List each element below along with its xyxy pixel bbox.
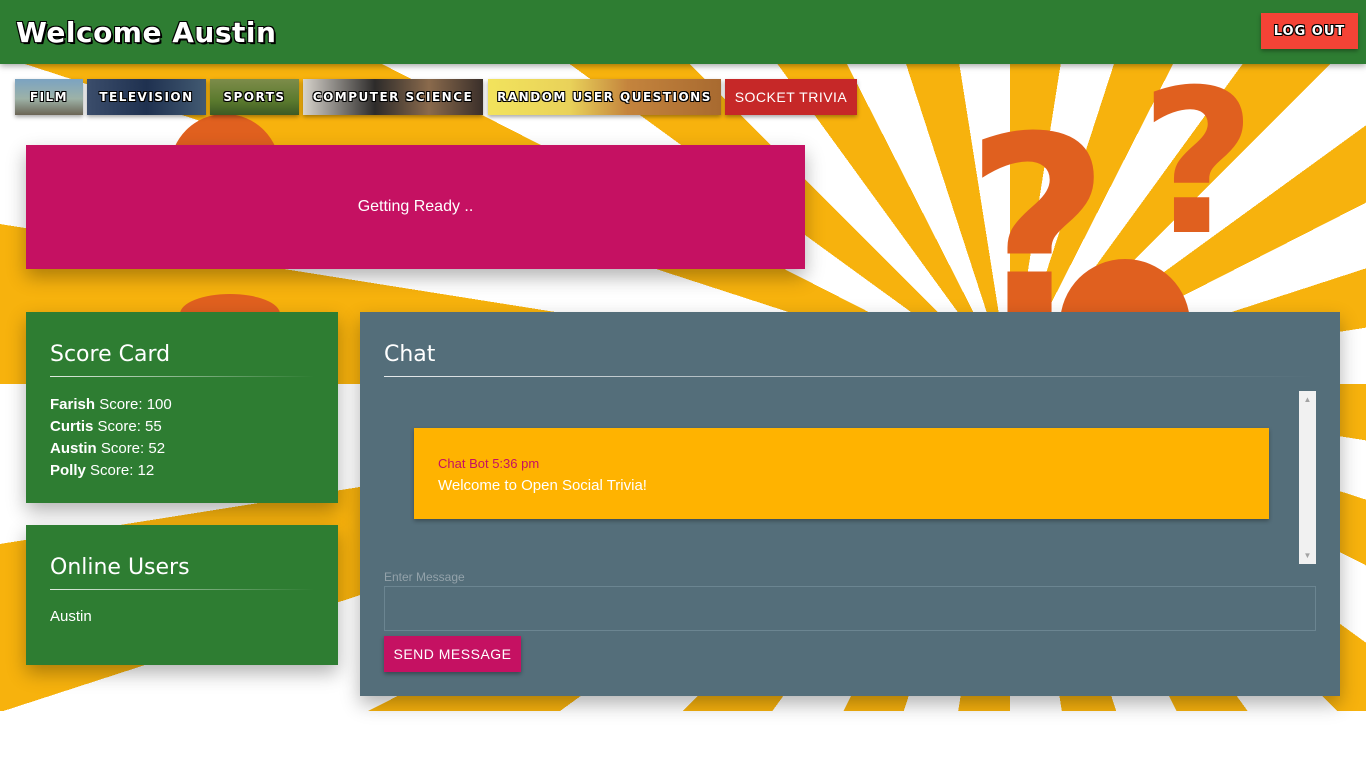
chat-title: Chat	[384, 342, 436, 367]
scroll-down-arrow-icon[interactable]: ▼	[1299, 547, 1316, 564]
chat-message-meta: Chat Bot 5:36 pm	[438, 456, 540, 471]
game-status-banner: Getting Ready ..	[26, 145, 805, 269]
chat-panel: Chat Chat Bot 5:36 pm Welcome to Open So…	[360, 312, 1340, 696]
player-score: Score: 100	[99, 396, 172, 413]
category-random-user-questions-button[interactable]: RANDOM USER QUESTIONS	[488, 79, 721, 115]
divider	[50, 376, 314, 377]
score-entry: Farish Score: 100	[50, 394, 172, 416]
score-entry: Curtis Score: 55	[50, 416, 172, 438]
score-list: Farish Score: 100 Curtis Score: 55 Austi…	[50, 394, 172, 482]
send-message-button[interactable]: SEND MESSAGE	[384, 636, 521, 672]
player-name: Austin	[50, 440, 97, 457]
chat-scrollbar[interactable]: ▲ ▼	[1299, 391, 1316, 564]
player-name: Polly	[50, 462, 86, 479]
chat-message-text: Welcome to Open Social Trivia!	[438, 477, 647, 494]
player-name: Farish	[50, 396, 96, 413]
category-film-button[interactable]: FILM	[15, 79, 83, 115]
score-card: Score Card Farish Score: 100 Curtis Scor…	[26, 312, 338, 503]
online-user: Austin	[50, 608, 92, 625]
online-users-title: Online Users	[50, 555, 190, 580]
category-sports-button[interactable]: SPORTS	[210, 79, 299, 115]
online-users-list: Austin	[50, 608, 92, 625]
score-card-title: Score Card	[50, 342, 171, 367]
category-television-button[interactable]: TELEVISION	[87, 79, 206, 115]
scroll-up-arrow-icon[interactable]: ▲	[1299, 391, 1316, 408]
top-app-bar: Welcome Austin LOG OUT	[0, 0, 1366, 64]
player-score: Score: 55	[97, 418, 162, 435]
online-users-card: Online Users Austin	[26, 525, 338, 665]
player-score: Score: 12	[90, 462, 155, 479]
welcome-title: Welcome Austin	[16, 16, 277, 49]
divider	[50, 589, 314, 590]
score-entry: Polly Score: 12	[50, 460, 172, 482]
chat-message: Chat Bot 5:36 pm Welcome to Open Social …	[414, 428, 1269, 519]
divider	[384, 376, 1316, 377]
player-score: Score: 52	[100, 440, 166, 457]
chat-messages-area[interactable]: Chat Bot 5:36 pm Welcome to Open Social …	[384, 391, 1316, 564]
game-status-text: Getting Ready ..	[357, 198, 474, 215]
logout-button[interactable]: LOG OUT	[1261, 13, 1358, 49]
category-computer-science-button[interactable]: COMPUTER SCIENCE	[303, 79, 483, 115]
message-input[interactable]	[384, 586, 1316, 631]
score-entry: Austin Score: 52	[50, 438, 172, 460]
player-name: Curtis	[50, 418, 94, 435]
message-input-label: Enter Message	[384, 570, 465, 584]
question-mark-decoration: ?	[1140, 64, 1257, 280]
category-socket-trivia-button[interactable]: SOCKET TRIVIA	[725, 79, 857, 115]
